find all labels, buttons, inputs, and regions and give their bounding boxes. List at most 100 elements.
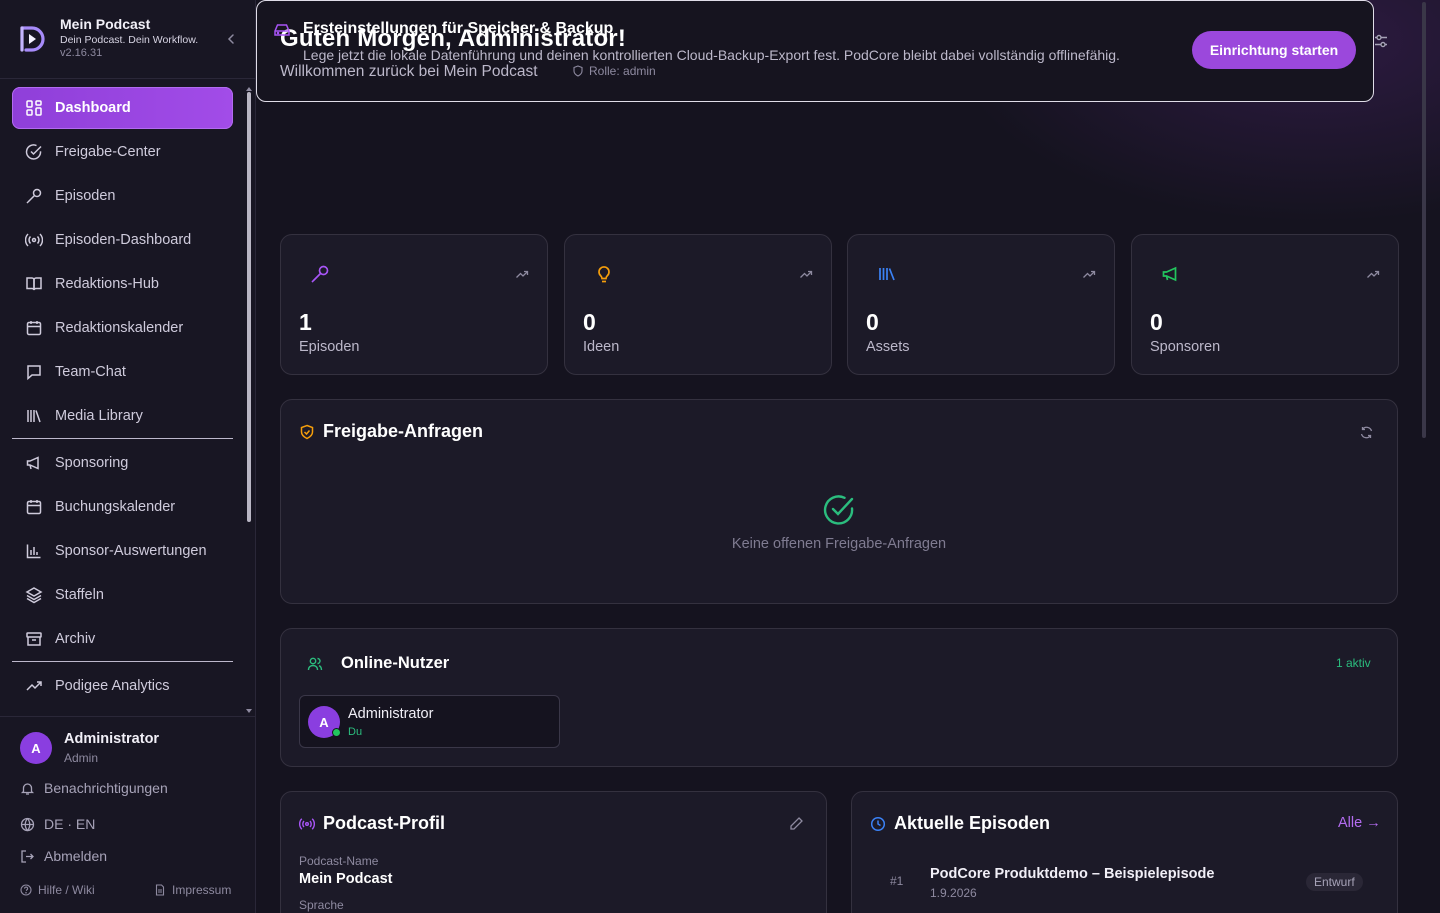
sidebar-item-label: Buchungskalender [55, 499, 176, 515]
recent-episodes-title: Aktuelle Episoden [870, 813, 1050, 834]
nav-divider [12, 661, 233, 662]
approval-requests-label: Freigabe-Anfragen [323, 421, 484, 441]
shield-icon [573, 65, 583, 77]
language-switch[interactable]: DE · EN [20, 816, 95, 832]
avatar[interactable]: A [20, 732, 52, 764]
approval-empty-message: Keine offenen Freigabe-Anfragen [731, 536, 947, 552]
check-circle-icon [823, 495, 854, 525]
help-wiki-link[interactable]: Hilfe / Wiki [20, 883, 95, 897]
sidebar-item-media-library[interactable]: Media Library [12, 395, 233, 437]
chat-icon [27, 365, 41, 381]
sidebar-item-sponsoring[interactable]: Sponsoring [12, 442, 233, 484]
sidebar-item-archiv[interactable]: Archiv [12, 618, 233, 660]
sidebar-item-label: Sponsoring [55, 455, 129, 471]
podcast-profile-card: Podcast-Profil Podcast-Name Mein Podcast… [280, 791, 827, 913]
broadcast-icon [25, 233, 43, 247]
shield-check-icon [300, 424, 314, 439]
refresh-icon[interactable] [1359, 425, 1374, 440]
main-content: Guten Morgen, Administrator! Willkommen … [256, 0, 1440, 913]
document-icon [155, 884, 165, 896]
microphone-icon [26, 188, 42, 204]
trend-icon [26, 681, 42, 691]
approval-requests-title: Freigabe-Anfragen [299, 421, 483, 442]
sidebar-item-episoden[interactable]: Episoden [12, 175, 233, 217]
sidebar-item-label: Archiv [55, 631, 96, 647]
book-icon [26, 277, 42, 291]
start-setup-button[interactable]: Einrichtung starten [1192, 31, 1356, 69]
main-scrollbar[interactable] [1422, 2, 1426, 438]
sidebar-scroll-thumb[interactable] [247, 92, 251, 522]
online-status-dot [332, 728, 341, 737]
sidebar-item-episoden-dashboard[interactable]: Episoden-Dashboard [12, 219, 233, 261]
online-users-label: Online-Nutzer [341, 654, 450, 672]
sidebar-item-team-chat[interactable]: Team-Chat [12, 351, 233, 393]
impressum-link[interactable]: Impressum [154, 883, 231, 897]
archive-icon [26, 632, 42, 646]
trend-up-icon [800, 270, 813, 278]
lightbulb-icon [598, 266, 610, 283]
episode-date: 1.9.2026 [930, 886, 977, 900]
all-episodes-link[interactable]: Alle → [1338, 815, 1381, 831]
logout-icon [21, 849, 34, 863]
sidebar-item-redaktionskalender[interactable]: Redaktionskalender [12, 307, 233, 349]
brand-name: Mein Podcast [60, 16, 151, 32]
online-user-chip[interactable]: A Administrator Du [299, 695, 560, 748]
sidebar-item-podigee-analytics[interactable]: Podigee Analytics [12, 665, 233, 707]
sidebar-item-label: Podigee Analytics [55, 678, 170, 694]
online-count: 1 aktiv [1336, 656, 1371, 670]
stat-label: Episoden [299, 339, 360, 355]
notifications-link[interactable]: Benachrichtigungen [20, 780, 168, 796]
sidebar: Mein Podcast Dein Podcast. Dein Workflow… [0, 0, 256, 913]
episode-row[interactable]: #1 PodCore Produktdemo – Beispielepisode… [872, 856, 1378, 906]
online-user-self: Du [348, 726, 363, 738]
episode-title: PodCore Produktdemo – Beispielepisode [930, 866, 1215, 882]
globe-icon [20, 817, 35, 831]
help-label: Hilfe / Wiki [38, 883, 95, 897]
chevron-left-icon[interactable] [224, 32, 238, 46]
trend-up-icon [1367, 270, 1380, 278]
sidebar-item-label: Episoden-Dashboard [55, 232, 192, 248]
pencil-icon[interactable] [789, 816, 804, 831]
sidebar-item-sponsor-auswertungen[interactable]: Sponsor-Auswertungen [12, 530, 233, 572]
setup-description: Lege jetzt die lokale Datenführung und d… [303, 47, 1120, 63]
bar-chart-icon [26, 544, 41, 559]
notifications-label: Benachrichtigungen [44, 780, 168, 796]
podcast-language-label: Sprache [299, 898, 344, 912]
setup-title: Ersteinstellungen für Speicher & Backup [303, 20, 614, 37]
sidebar-item-label: Redaktionskalender [55, 320, 184, 336]
stat-card-sponsoren[interactable]: 0 Sponsoren [1131, 234, 1399, 375]
role-label: Rolle: admin [589, 64, 656, 78]
stat-card-ideen[interactable]: 0 Ideen [564, 234, 832, 375]
logout-link[interactable]: Abmelden [20, 848, 107, 864]
sidebar-item-staffeln[interactable]: Staffeln [12, 574, 233, 616]
online-users-title: Online-Nutzer [307, 654, 449, 673]
sidebar-item-label: Dashboard [55, 100, 131, 116]
app-version: v2.16.31 [60, 47, 103, 59]
trend-up-icon [1083, 270, 1096, 278]
recent-episodes-label: Aktuelle Episoden [894, 813, 1051, 833]
grid-icon [26, 100, 42, 116]
brand-header: Mein Podcast Dein Podcast. Dein Workflow… [0, 0, 255, 79]
calendar-icon [26, 500, 42, 515]
sidebar-item-buchungskalender[interactable]: Buchungskalender [12, 486, 233, 528]
stat-label: Assets [866, 339, 910, 355]
sidebar-item-redaktions-hub[interactable]: Redaktions-Hub [12, 263, 233, 305]
approval-requests-card: Freigabe-Anfragen Keine offenen Freigabe… [280, 399, 1398, 604]
stat-card-assets[interactable]: 0 Assets [847, 234, 1115, 375]
sliders-icon[interactable] [1372, 32, 1390, 50]
podcast-profile-label: Podcast-Profil [323, 813, 446, 833]
sidebar-item-label: Staffeln [55, 587, 104, 603]
language-label: DE · EN [44, 816, 96, 832]
stat-value: 0 [1150, 309, 1163, 335]
megaphone-icon [1162, 266, 1177, 282]
sidebar-item-label: Freigabe-Center [55, 144, 161, 160]
library-icon [879, 268, 895, 281]
megaphone-icon [26, 456, 39, 470]
stat-card-episoden[interactable]: 1 Episoden [280, 234, 548, 375]
sidebar-item-freigabe-center[interactable]: Freigabe-Center [12, 131, 233, 173]
bell-icon [20, 782, 35, 795]
online-user-name: Administrator [348, 706, 434, 722]
podcast-name-label: Podcast-Name [299, 854, 379, 868]
user-name: Administrator [64, 731, 160, 747]
sidebar-item-dashboard[interactable]: Dashboard [12, 87, 233, 129]
